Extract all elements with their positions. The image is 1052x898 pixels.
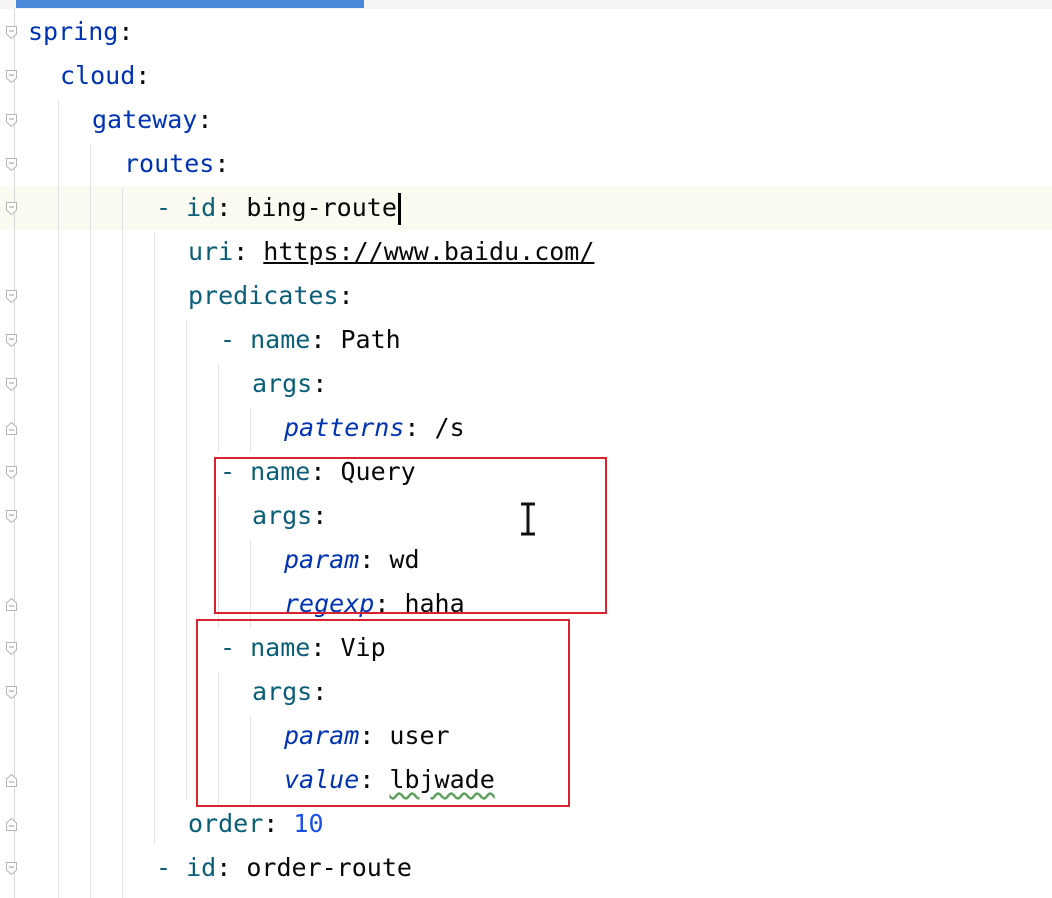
yaml-colon: : xyxy=(233,237,249,266)
fold-open-icon[interactable] xyxy=(6,70,17,83)
fold-open-icon[interactable] xyxy=(6,686,17,699)
yaml-value: bing-route xyxy=(246,193,397,222)
code-line[interactable]: - id: order-route xyxy=(156,846,412,890)
yaml-colon: : xyxy=(216,193,232,222)
editor-gutter xyxy=(0,9,30,898)
indent-guide xyxy=(122,188,123,898)
code-line[interactable]: spring: xyxy=(28,10,133,54)
indent-guide xyxy=(186,320,187,800)
code-line[interactable]: predicates: xyxy=(188,274,354,318)
code-line[interactable]: gateway: xyxy=(92,98,212,142)
yaml-dash: - xyxy=(156,853,172,882)
yaml-colon: : xyxy=(310,325,326,354)
fold-open-icon[interactable] xyxy=(6,510,17,523)
yaml-key: routes xyxy=(124,149,215,178)
code-line[interactable]: routes: xyxy=(124,142,229,186)
yaml-colon: : xyxy=(216,853,232,882)
yaml-key: predicates xyxy=(188,281,339,310)
yaml-key: id xyxy=(186,193,217,222)
fold-close-icon[interactable] xyxy=(6,422,17,435)
yaml-key: spring xyxy=(28,17,119,46)
yaml-key: name xyxy=(250,325,311,354)
indent-guide xyxy=(250,408,251,452)
indent-guide xyxy=(218,364,219,452)
yaml-colon: : xyxy=(404,413,420,442)
code-line[interactable]: cloud: xyxy=(60,54,150,98)
uri-link[interactable]: https://www.baidu.com/ xyxy=(263,237,594,266)
fold-open-icon[interactable] xyxy=(6,26,17,39)
code-line-current[interactable]: - id: bing-route xyxy=(156,186,401,230)
yaml-colon: : xyxy=(197,105,213,134)
fold-close-icon[interactable] xyxy=(6,598,17,611)
query-predicate-highlight xyxy=(214,457,607,614)
fold-open-icon[interactable] xyxy=(6,202,17,215)
yaml-key: gateway xyxy=(92,105,198,134)
yaml-key: cloud xyxy=(60,61,136,90)
yaml-value: /s xyxy=(434,413,465,442)
editor-tab-bar xyxy=(0,0,1052,9)
code-line[interactable]: order: 10 xyxy=(188,802,324,846)
fold-open-icon[interactable] xyxy=(6,158,17,171)
fold-open-icon[interactable] xyxy=(6,642,17,655)
fold-open-icon[interactable] xyxy=(6,466,17,479)
yaml-colon: : xyxy=(338,281,354,310)
fold-open-icon[interactable] xyxy=(6,114,17,127)
yaml-key: id xyxy=(186,853,217,882)
yaml-colon: : xyxy=(118,17,134,46)
yaml-key: patterns xyxy=(284,413,405,442)
yaml-key: args xyxy=(252,369,313,398)
fold-close-icon[interactable] xyxy=(6,818,17,831)
code-editor[interactable]: spring: cloud: gateway: routes: - id: bi… xyxy=(0,0,1052,898)
yaml-colon: : xyxy=(312,369,328,398)
yaml-colon: : xyxy=(263,809,279,838)
fold-open-icon[interactable] xyxy=(6,862,17,875)
yaml-dash: - xyxy=(220,325,236,354)
code-line[interactable]: patterns: /s xyxy=(284,406,465,450)
text-cursor-icon xyxy=(517,502,539,536)
yaml-value: Path xyxy=(340,325,401,354)
yaml-number: 10 xyxy=(293,809,324,838)
yaml-dash: - xyxy=(156,193,172,222)
vip-predicate-highlight xyxy=(196,619,570,807)
yaml-value: order-route xyxy=(246,853,412,882)
fold-close-icon[interactable] xyxy=(6,774,17,787)
fold-open-icon[interactable] xyxy=(6,378,17,391)
text-caret xyxy=(397,193,401,225)
yaml-key: uri xyxy=(188,237,234,266)
code-line[interactable]: - name: Path xyxy=(220,318,401,362)
yaml-colon: : xyxy=(214,149,230,178)
yaml-key: order xyxy=(188,809,264,838)
active-tab-indicator[interactable] xyxy=(16,0,364,8)
code-line[interactable]: args: xyxy=(252,362,327,406)
indent-guide xyxy=(154,232,155,844)
indent-guide xyxy=(90,144,91,898)
yaml-colon: : xyxy=(135,61,151,90)
fold-open-icon[interactable] xyxy=(6,334,17,347)
fold-open-icon[interactable] xyxy=(6,290,17,303)
code-line[interactable]: uri: https://www.baidu.com/ xyxy=(188,230,594,274)
indent-guide xyxy=(58,100,59,898)
